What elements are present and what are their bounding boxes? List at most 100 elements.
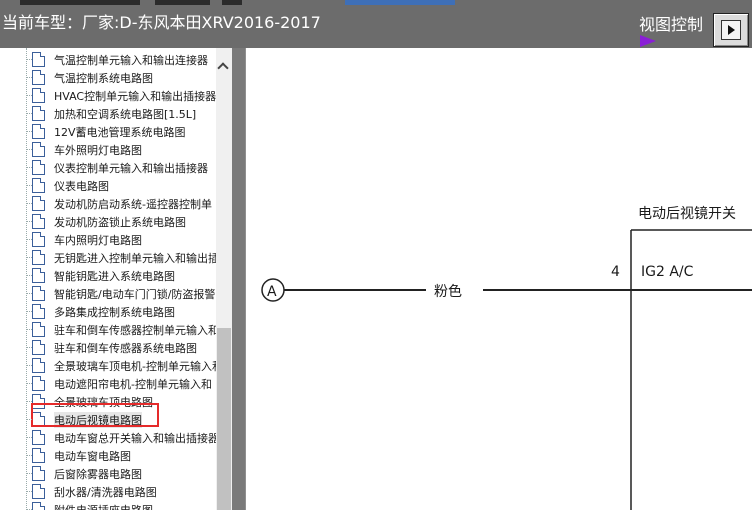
wiring-diagram: 电动后视镜开关 A 粉色 4 IG2 A/C xyxy=(245,48,752,510)
tree-item[interactable]: 车内照明灯电路图 xyxy=(32,231,216,249)
tree-item[interactable]: 无钥匙进入控制单元输入和输出插 xyxy=(32,249,216,267)
document-icon xyxy=(32,358,45,373)
tree-branch-line xyxy=(26,113,32,114)
document-icon xyxy=(32,178,45,193)
tree-item[interactable]: 发动机防盗锁止系统电路图 xyxy=(32,213,216,231)
tree-item[interactable]: 驻车和倒车传感器系统电路图 xyxy=(32,339,216,357)
tree-item-label: 电动遮阳帘电机-控制单元输入和 xyxy=(54,378,212,391)
diagram-canvas: 电动后视镜开关 A 粉色 4 IG2 A/C xyxy=(245,48,752,510)
tree-item-label: 多路集成控制系统电路图 xyxy=(54,306,175,319)
scroll-up-icon[interactable] xyxy=(216,60,232,76)
selected-item-highlight xyxy=(31,403,159,427)
tree-item-label: 发动机防启动系统-遥控器控制单 xyxy=(54,198,212,211)
tree-branch-line xyxy=(26,203,32,204)
scroll-thumb[interactable] xyxy=(217,328,231,510)
document-tree[interactable]: 气温控制单元输入和输出连接器 气温控制系统电路图 HVAC控制单元输入和输出插接器加… xyxy=(0,48,216,510)
tree-item[interactable]: 电动遮阳帘电机-控制单元输入和 xyxy=(32,375,216,393)
view-control-label: 视图控制 xyxy=(639,15,704,34)
tree-item-label: 电动车窗总开关输入和输出插接器 xyxy=(54,432,216,445)
tree-guide-line xyxy=(26,48,27,510)
tree-item[interactable]: 刮水器/清洗器电路图 xyxy=(32,483,216,501)
play-arrow-icon[interactable] xyxy=(640,35,656,47)
document-icon xyxy=(32,106,45,121)
tree-branch-line xyxy=(26,347,32,348)
document-icon xyxy=(32,376,45,391)
document-icon xyxy=(32,304,45,319)
tree-item[interactable]: 车外照明灯电路图 xyxy=(32,141,216,159)
document-icon xyxy=(32,142,45,157)
tree-branch-line xyxy=(26,149,32,150)
document-icon xyxy=(32,52,45,67)
tree-item-label: 无钥匙进入控制单元输入和输出插 xyxy=(54,252,216,265)
tree-item-label: 全景玻璃车顶电机-控制单元输入和 xyxy=(54,360,216,373)
tree-item-label: 电动车窗电路图 xyxy=(54,450,131,463)
document-icon xyxy=(32,70,45,85)
current-vehicle-title: 当前车型：厂家:D-东风本田XRV2016-2017 xyxy=(2,13,321,32)
title-bar: 当前车型：厂家:D-东风本田XRV2016-2017 视图控制 xyxy=(0,0,752,48)
document-icon xyxy=(32,250,45,265)
tree-item-label: 仪表控制单元输入和输出插接器 xyxy=(54,162,208,175)
tree-item-label: 车内照明灯电路图 xyxy=(54,234,142,247)
view-control-button[interactable] xyxy=(713,13,749,47)
tree-item[interactable]: 气温控制单元输入和输出连接器 xyxy=(32,51,216,69)
tree-item[interactable]: 后窗除雾器电路图 xyxy=(32,465,216,483)
tree-item-label: 仪表电路图 xyxy=(54,180,109,193)
tree-item[interactable]: 仪表控制单元输入和输出插接器 xyxy=(32,159,216,177)
tree-branch-line xyxy=(26,95,32,96)
tree-item-label: 气温控制单元输入和输出连接器 xyxy=(54,54,208,67)
tree-branch-line xyxy=(26,383,32,384)
document-icon xyxy=(32,214,45,229)
tree-item[interactable]: 智能钥匙/电动车门门锁/防盗报警 xyxy=(32,285,216,303)
tree-item[interactable]: 仪表电路图 xyxy=(32,177,216,195)
document-icon xyxy=(32,232,45,247)
document-icon xyxy=(32,322,45,337)
tree-item[interactable]: 气温控制系统电路图 xyxy=(32,69,216,87)
tree-branch-line xyxy=(26,491,32,492)
tree-branch-line xyxy=(26,275,32,276)
tree-item[interactable]: 全景玻璃车顶电机-控制单元输入和 xyxy=(32,357,216,375)
tree-branch-line xyxy=(26,185,32,186)
tree-branch-line xyxy=(26,239,32,240)
document-icon xyxy=(32,502,45,510)
tree-item[interactable]: 多路集成控制系统电路图 xyxy=(32,303,216,321)
document-icon xyxy=(32,484,45,499)
document-icon xyxy=(32,160,45,175)
pin-number: 4 xyxy=(611,264,620,280)
tree-item[interactable]: 加热和空调系统电路图[1.5L] xyxy=(32,105,216,123)
tree-branch-line xyxy=(26,455,32,456)
pin-label: IG2 A/C xyxy=(641,264,694,280)
tree-branch-line xyxy=(26,167,32,168)
document-icon xyxy=(32,124,45,139)
tree-branch-line xyxy=(26,365,32,366)
tree-item[interactable]: 附件电源插座电路图 xyxy=(32,501,216,510)
tree-item-label: 车外照明灯电路图 xyxy=(54,144,142,157)
tree-item-label: 气温控制系统电路图 xyxy=(54,72,153,85)
tree-item[interactable]: 12V蓄电池管理系统电路图 xyxy=(32,123,216,141)
tree-item-label: 智能钥匙进入系统电路图 xyxy=(54,270,175,283)
tree-branch-line xyxy=(26,437,32,438)
tree-item[interactable]: 电动车窗总开关输入和输出插接器 xyxy=(32,429,216,447)
tree-item[interactable]: 发动机防启动系统-遥控器控制单 xyxy=(32,195,216,213)
document-icon xyxy=(32,448,45,463)
document-icon xyxy=(32,430,45,445)
tree-scrollbar[interactable] xyxy=(216,48,232,510)
top-tab-strip xyxy=(0,0,752,5)
tree-item[interactable]: 电动车窗电路图 xyxy=(32,447,216,465)
tree-item-label: HVAC控制单元输入和输出插接器 xyxy=(54,90,216,103)
panel-splitter[interactable] xyxy=(232,48,245,510)
tree-item[interactable]: 驻车和倒车传感器控制单元输入和 xyxy=(32,321,216,339)
tree-branch-line xyxy=(26,473,32,474)
tree-branch-line xyxy=(26,257,32,258)
document-icon xyxy=(32,466,45,481)
tree-item-label: 附件电源插座电路图 xyxy=(54,502,153,510)
tree-item-label: 后窗除雾器电路图 xyxy=(54,468,142,481)
tree-item-label: 智能钥匙/电动车门门锁/防盗报警 xyxy=(54,288,216,301)
tree-item[interactable]: 智能钥匙进入系统电路图 xyxy=(32,267,216,285)
connector-a-label: A xyxy=(267,284,277,300)
tree-item-label: 驻车和倒车传感器控制单元输入和 xyxy=(54,324,216,337)
document-icon xyxy=(32,88,45,103)
document-icon xyxy=(32,340,45,355)
tree-item-label: 刮水器/清洗器电路图 xyxy=(54,486,157,499)
document-icon xyxy=(32,268,45,283)
tree-item[interactable]: HVAC控制单元输入和输出插接器 xyxy=(32,87,216,105)
